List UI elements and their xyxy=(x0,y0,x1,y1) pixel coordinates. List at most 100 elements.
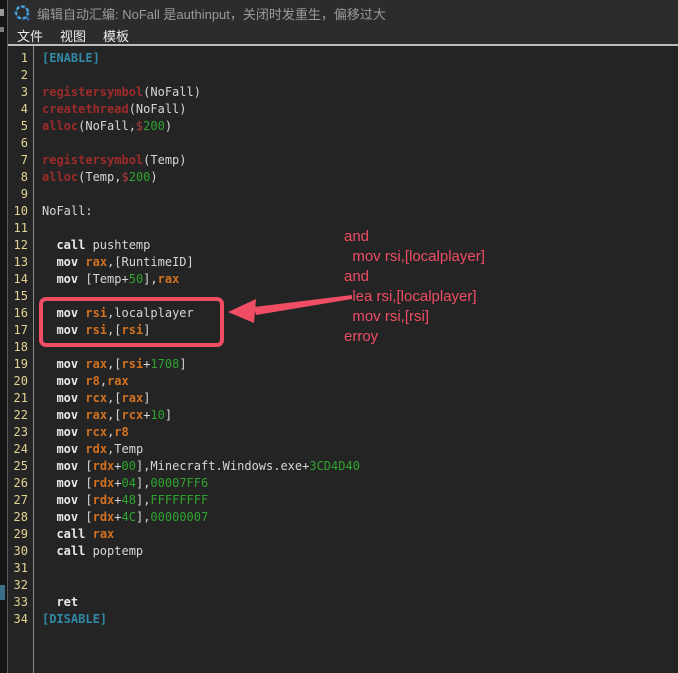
line-number: 29 xyxy=(8,526,33,543)
code-line[interactable]: 23 mov rcx,r8 xyxy=(8,424,678,441)
code-text: mov rcx,[rax] xyxy=(33,390,150,407)
line-number: 5 xyxy=(8,118,33,135)
code-line[interactable]: 15 xyxy=(8,288,678,305)
background-window-mark xyxy=(0,585,5,600)
line-number: 1 xyxy=(8,50,33,67)
code-text: [ENABLE] xyxy=(33,50,100,67)
code-text: createthread(NoFall) xyxy=(33,101,187,118)
code-line[interactable]: 16 mov rsi,localplayer xyxy=(8,305,678,322)
line-number: 11 xyxy=(8,220,33,237)
code-line[interactable]: 9 xyxy=(8,186,678,203)
code-line[interactable]: 14 mov [Temp+50],rax xyxy=(8,271,678,288)
line-number: 8 xyxy=(8,169,33,186)
code-line[interactable]: 24 mov rdx,Temp xyxy=(8,441,678,458)
code-text xyxy=(33,67,42,84)
line-number: 7 xyxy=(8,152,33,169)
screen: 编辑自动汇编: NoFall 是authinput，关闭时发重生，偏移过大 文件… xyxy=(0,0,678,673)
code-text: call pushtemp xyxy=(33,237,150,254)
code-text xyxy=(33,220,42,237)
code-text: mov [rdx+4C],00000007 xyxy=(33,509,208,526)
code-line[interactable]: 26 mov [rdx+04],00007FF6 xyxy=(8,475,678,492)
line-number: 30 xyxy=(8,543,33,560)
line-number: 27 xyxy=(8,492,33,509)
line-number: 15 xyxy=(8,288,33,305)
code-text: mov rsi,[rsi] xyxy=(33,322,150,339)
menu-file[interactable]: 文件 xyxy=(17,26,43,45)
code-line[interactable]: 1[ENABLE] xyxy=(8,50,678,67)
code-line[interactable]: 18 xyxy=(8,339,678,356)
cheat-engine-icon xyxy=(13,4,31,22)
code-text xyxy=(33,135,42,152)
code-text: mov [rdx+00],Minecraft.Windows.exe+3CD4D… xyxy=(33,458,360,475)
code-text: mov rdx,Temp xyxy=(33,441,143,458)
line-number: 14 xyxy=(8,271,33,288)
code-text: alloc(NoFall,$200) xyxy=(33,118,172,135)
code-line[interactable]: 11 xyxy=(8,220,678,237)
menu-bar: 文件 视图 模板 xyxy=(8,26,678,46)
line-number: 22 xyxy=(8,407,33,424)
line-number: 16 xyxy=(8,305,33,322)
code-text: mov rax,[RuntimeID] xyxy=(33,254,194,271)
code-line[interactable]: 2 xyxy=(8,67,678,84)
code-line[interactable]: 5alloc(NoFall,$200) xyxy=(8,118,678,135)
code-line[interactable]: 17 mov rsi,[rsi] xyxy=(8,322,678,339)
line-number: 32 xyxy=(8,577,33,594)
line-number: 34 xyxy=(8,611,33,628)
code-line[interactable]: 34[DISABLE] xyxy=(8,611,678,628)
code-line[interactable]: 31 xyxy=(8,560,678,577)
line-number: 26 xyxy=(8,475,33,492)
menu-template[interactable]: 模板 xyxy=(103,26,129,45)
code-line[interactable]: 13 mov rax,[RuntimeID] xyxy=(8,254,678,271)
gutter-separator xyxy=(33,46,34,673)
background-window-edge xyxy=(0,0,7,673)
title-bar: 编辑自动汇编: NoFall 是authinput，关闭时发重生，偏移过大 xyxy=(8,0,678,26)
code-line[interactable]: 10NoFall: xyxy=(8,203,678,220)
code-text: mov rax,[rsi+1708] xyxy=(33,356,187,373)
code-line[interactable]: 28 mov [rdx+4C],00000007 xyxy=(8,509,678,526)
line-number: 10 xyxy=(8,203,33,220)
line-number: 19 xyxy=(8,356,33,373)
code-text: call poptemp xyxy=(33,543,143,560)
code-line[interactable]: 29 call rax xyxy=(8,526,678,543)
code-text: NoFall: xyxy=(33,203,93,220)
line-number: 23 xyxy=(8,424,33,441)
background-window-mark xyxy=(0,9,4,16)
code-line[interactable]: 4createthread(NoFall) xyxy=(8,101,678,118)
code-line[interactable]: 22 mov rax,[rcx+10] xyxy=(8,407,678,424)
code-line[interactable]: 20 mov r8,rax xyxy=(8,373,678,390)
line-number: 13 xyxy=(8,254,33,271)
line-number: 33 xyxy=(8,594,33,611)
code-line[interactable]: 12 call pushtemp xyxy=(8,237,678,254)
background-window-mark xyxy=(0,27,4,32)
code-line[interactable]: 7registersymbol(Temp) xyxy=(8,152,678,169)
code-line[interactable]: 19 mov rax,[rsi+1708] xyxy=(8,356,678,373)
code-line[interactable]: 25 mov [rdx+00],Minecraft.Windows.exe+3C… xyxy=(8,458,678,475)
line-number: 2 xyxy=(8,67,33,84)
code-line[interactable]: 21 mov rcx,[rax] xyxy=(8,390,678,407)
code-line[interactable]: 33 ret xyxy=(8,594,678,611)
line-number: 20 xyxy=(8,373,33,390)
code-text: mov rax,[rcx+10] xyxy=(33,407,172,424)
code-line[interactable]: 27 mov [rdx+48],FFFFFFFF xyxy=(8,492,678,509)
menu-view[interactable]: 视图 xyxy=(60,26,86,45)
code-text xyxy=(33,186,42,203)
line-number: 9 xyxy=(8,186,33,203)
code-text: ret xyxy=(33,594,78,611)
line-number: 17 xyxy=(8,322,33,339)
code-text xyxy=(33,560,42,577)
line-number: 21 xyxy=(8,390,33,407)
code-line[interactable]: 3registersymbol(NoFall) xyxy=(8,84,678,101)
code-text: mov rcx,r8 xyxy=(33,424,129,441)
code-line[interactable]: 8alloc(Temp,$200) xyxy=(8,169,678,186)
code-text: mov [rdx+48],FFFFFFFF xyxy=(33,492,208,509)
code-text: mov rsi,localplayer xyxy=(33,305,194,322)
window-title: 编辑自动汇编: NoFall 是authinput，关闭时发重生，偏移过大 xyxy=(37,4,386,23)
code-text: alloc(Temp,$200) xyxy=(33,169,158,186)
code-editor[interactable]: 1[ENABLE]23registersymbol(NoFall)4create… xyxy=(8,46,678,673)
line-number: 3 xyxy=(8,84,33,101)
auto-assemble-window: 编辑自动汇编: NoFall 是authinput，关闭时发重生，偏移过大 文件… xyxy=(7,0,678,673)
code-line[interactable]: 30 call poptemp xyxy=(8,543,678,560)
code-line[interactable]: 32 xyxy=(8,577,678,594)
code-line[interactable]: 6 xyxy=(8,135,678,152)
line-number: 6 xyxy=(8,135,33,152)
